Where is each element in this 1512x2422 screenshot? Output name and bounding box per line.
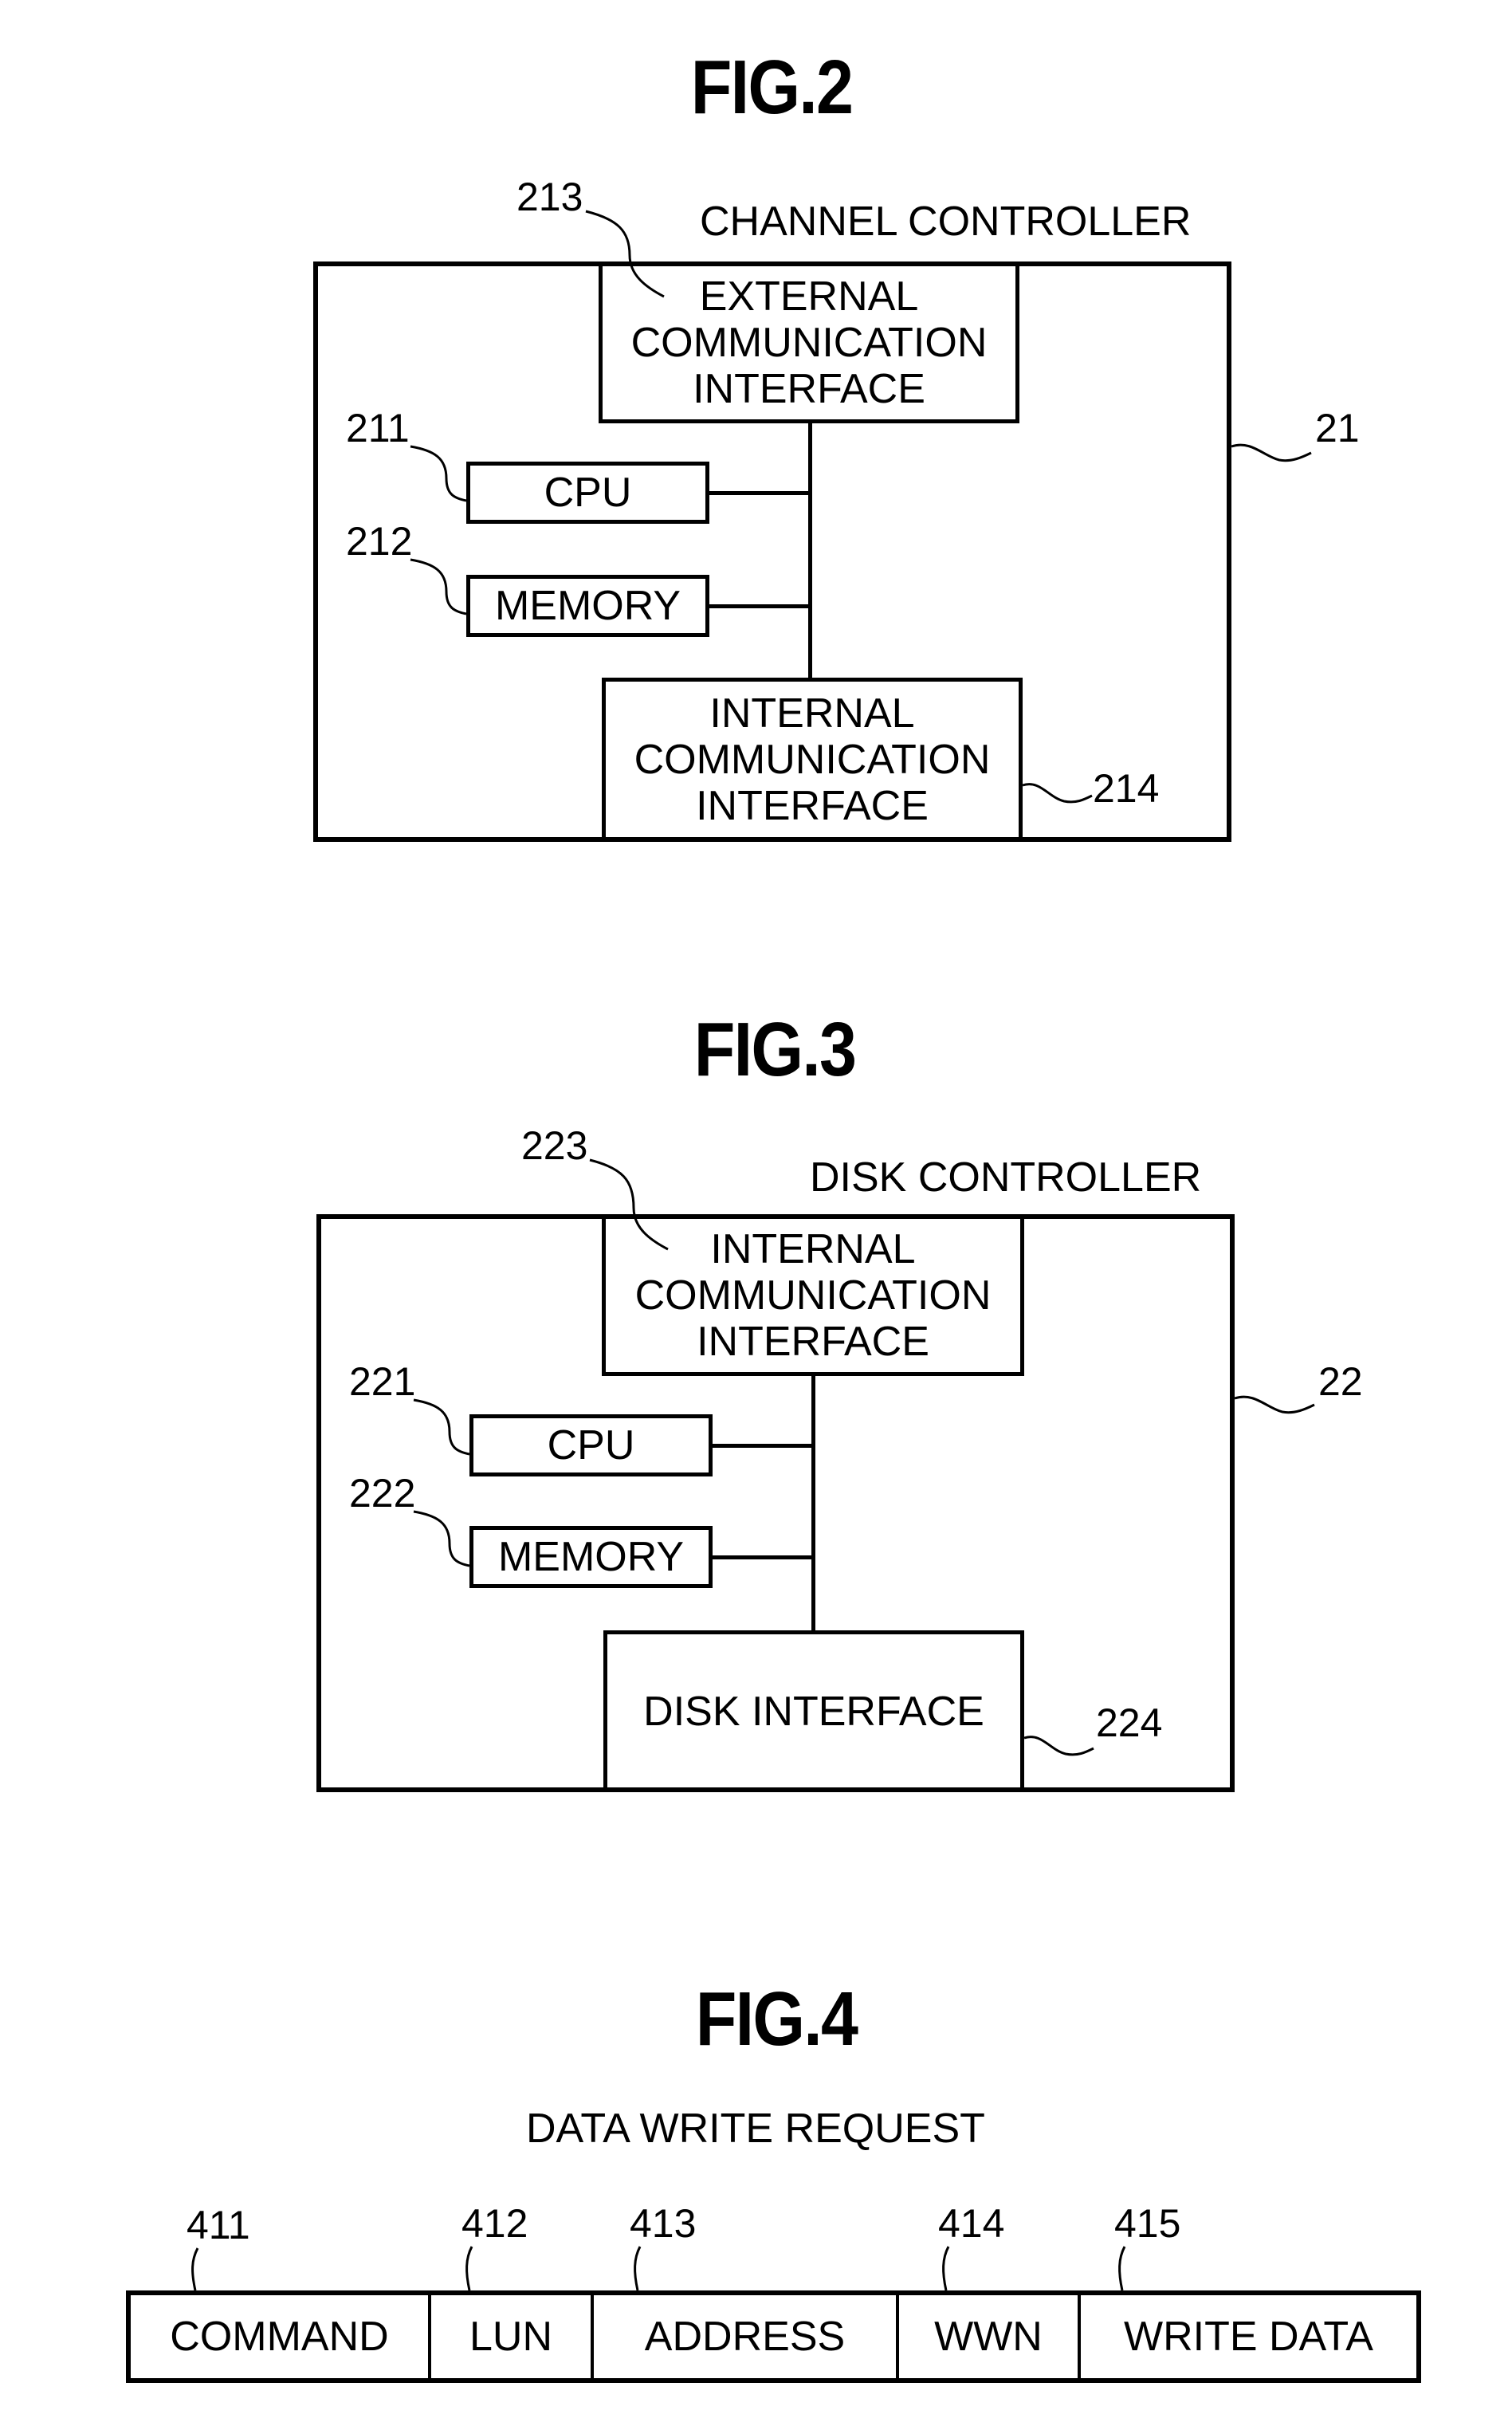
leader-line-22	[1234, 1395, 1315, 1414]
fig3-internal-communication-interface-block: INTERNAL COMMUNICATION INTERFACE	[602, 1214, 1024, 1376]
block-label-line: INTERNAL	[710, 1225, 916, 1272]
field-label: WRITE DATA	[1124, 2314, 1373, 2360]
fig3-memory-bus-connector	[712, 1555, 814, 1559]
field-label: WWN	[934, 2314, 1043, 2360]
ref-221: 221	[349, 1359, 416, 1404]
field-command: COMMAND	[131, 2295, 431, 2378]
field-wwn: WWN	[899, 2295, 1081, 2378]
leader-line-413	[634, 2246, 642, 2291]
leader-line-412	[465, 2246, 473, 2291]
block-label-line: COMMUNICATION	[634, 1272, 992, 1319]
fig3-cpu-block: CPU	[469, 1414, 713, 1476]
block-label-line: INTERFACE	[696, 783, 929, 829]
ref-413: 413	[630, 2201, 697, 2246]
block-label-line: COMMUNICATION	[630, 319, 988, 366]
block-label-line: INTERFACE	[697, 1318, 929, 1365]
fig3-memory-block: MEMORY	[469, 1526, 713, 1588]
fig3-cpu-bus-connector	[712, 1444, 814, 1448]
field-label: LUN	[469, 2314, 553, 2360]
field-write-data: WRITE DATA	[1081, 2295, 1416, 2378]
leader-line-415	[1118, 2246, 1126, 2291]
ref-214: 214	[1093, 766, 1160, 811]
block-label: DISK INTERFACE	[643, 1688, 984, 1735]
fig2-cpu-block: CPU	[466, 462, 709, 524]
fig2-bus-line	[808, 423, 812, 679]
block-label-line: EXTERNAL	[699, 273, 919, 320]
ref-224: 224	[1096, 1701, 1163, 1745]
fig2-caption-channel-controller: CHANNEL CONTROLLER	[700, 199, 1192, 245]
ref-412: 412	[461, 2201, 528, 2246]
data-write-request-format-table: COMMAND LUN ADDRESS WWN WRITE DATA	[126, 2290, 1421, 2383]
fig3-bus-line	[811, 1375, 815, 1632]
field-address: ADDRESS	[594, 2295, 899, 2378]
block-label: CPU	[544, 470, 632, 516]
fig2-memory-bus-connector	[709, 604, 811, 608]
leader-line-411	[191, 2247, 199, 2291]
fig3-disk-interface-block: DISK INTERFACE	[603, 1630, 1024, 1792]
field-lun: LUN	[431, 2295, 594, 2378]
fig2-title: FIG.2	[690, 45, 854, 130]
fig3-caption-disk-controller: DISK CONTROLLER	[810, 1154, 1202, 1201]
field-label: COMMAND	[170, 2314, 389, 2360]
fig2-external-communication-interface-block: EXTERNAL COMMUNICATION INTERFACE	[599, 261, 1019, 423]
ref-213: 213	[516, 175, 583, 219]
ref-22: 22	[1318, 1359, 1363, 1404]
ref-223: 223	[521, 1123, 588, 1168]
block-label-line: COMMUNICATION	[634, 737, 991, 783]
block-label-line: INTERFACE	[693, 365, 925, 412]
block-label: MEMORY	[494, 583, 681, 629]
ref-414: 414	[938, 2201, 1005, 2246]
fig2-internal-communication-interface-block: INTERNAL COMMUNICATION INTERFACE	[602, 678, 1023, 842]
fig4-caption-data-write-request: DATA WRITE REQUEST	[526, 2105, 985, 2152]
ref-411: 411	[187, 2203, 250, 2247]
ref-212: 212	[346, 519, 413, 564]
leader-line-21	[1231, 443, 1312, 462]
ref-211: 211	[346, 406, 410, 450]
ref-222: 222	[349, 1471, 416, 1516]
ref-415: 415	[1114, 2201, 1181, 2246]
field-label: ADDRESS	[644, 2314, 846, 2360]
block-label-line: INTERNAL	[709, 690, 915, 737]
fig2-cpu-bus-connector	[709, 491, 811, 495]
ref-21: 21	[1315, 406, 1360, 450]
block-label: MEMORY	[497, 1534, 685, 1580]
block-label: CPU	[547, 1422, 635, 1469]
leader-line-414	[942, 2246, 950, 2291]
fig4-title: FIG.4	[695, 1976, 858, 2062]
fig3-title: FIG.3	[693, 1007, 857, 1092]
fig2-memory-block: MEMORY	[466, 575, 709, 637]
